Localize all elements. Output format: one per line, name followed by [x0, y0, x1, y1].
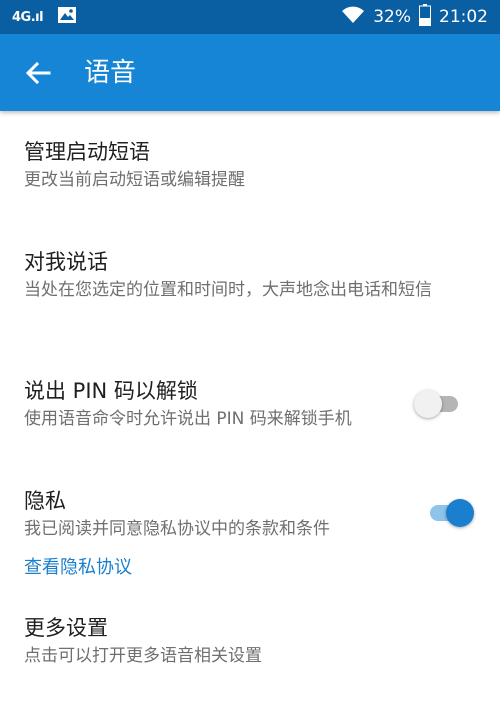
setting-manage-phrase[interactable]: 管理启动短语 更改当前启动短语或编辑提醒 — [24, 138, 484, 192]
battery-icon — [419, 3, 431, 31]
setting-title: 隐私 — [24, 489, 66, 513]
pin-unlock-toggle[interactable] — [414, 388, 462, 420]
setting-title: 管理启动短语 — [24, 140, 150, 164]
setting-talk-to-me[interactable]: 对我说话 当处在您选定的位置和时间时，大声地念出电话和短信 — [24, 248, 484, 302]
clock: 21:02 — [439, 7, 488, 27]
toggle-thumb — [446, 499, 474, 527]
setting-title: 更多设置 — [24, 616, 108, 640]
setting-summary: 使用语音命令时允许说出 PIN 码来解锁手机 — [24, 409, 352, 429]
battery-percent: 32% — [373, 7, 411, 27]
image-notification-icon — [57, 6, 77, 28]
setting-pin-unlock[interactable]: 说出 PIN 码以解锁 使用语音命令时允许说出 PIN 码来解锁手机 — [24, 377, 414, 431]
arrow-back-icon — [25, 61, 51, 85]
setting-title: 说出 PIN 码以解锁 — [24, 379, 198, 403]
back-button[interactable] — [18, 54, 58, 92]
setting-summary: 我已阅读并同意隐私协议中的条款和条件 — [24, 519, 330, 539]
status-bar: 4G.ıl 32% 21:02 — [0, 0, 500, 34]
setting-more[interactable]: 更多设置 点击可以打开更多语音相关设置 — [24, 614, 484, 668]
setting-summary: 当处在您选定的位置和时间时，大声地念出电话和短信 — [24, 280, 432, 300]
wifi-icon — [341, 6, 365, 29]
privacy-toggle[interactable] — [426, 497, 474, 529]
toggle-thumb — [414, 390, 442, 418]
setting-summary: 点击可以打开更多语音相关设置 — [24, 646, 262, 666]
setting-privacy[interactable]: 隐私 我已阅读并同意隐私协议中的条款和条件 — [24, 487, 414, 541]
view-privacy-link[interactable]: 查看隐私协议 — [24, 555, 132, 581]
setting-summary: 更改当前启动短语或编辑提醒 — [24, 170, 245, 190]
app-bar: 语音 — [0, 34, 500, 111]
page-title: 语音 — [84, 58, 137, 88]
setting-title: 对我说话 — [24, 250, 108, 274]
network-signal: 4G.ıl — [12, 9, 44, 25]
